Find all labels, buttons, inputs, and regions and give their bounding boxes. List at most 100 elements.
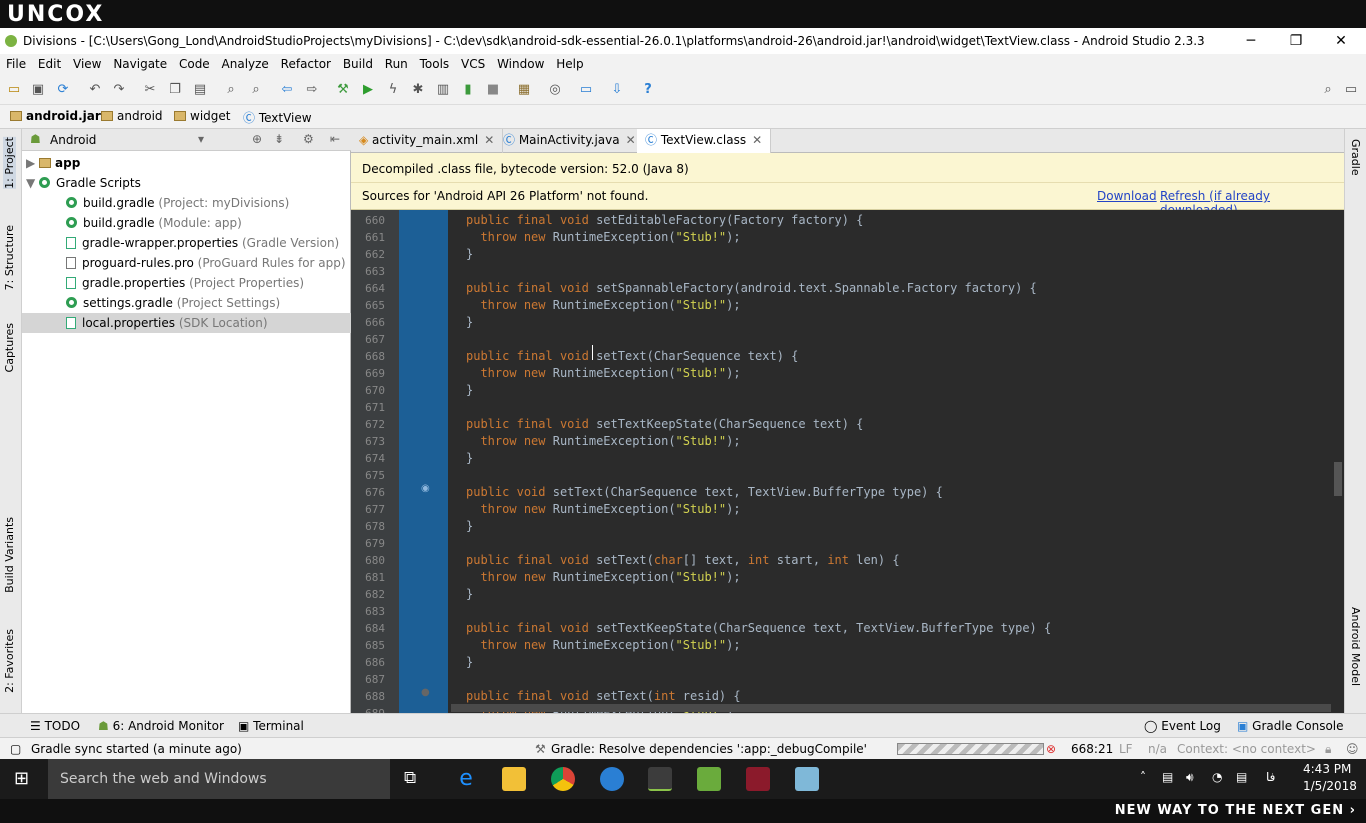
status-panel-toggle-icon[interactable]: ▢ xyxy=(10,742,21,756)
file-explorer-icon[interactable] xyxy=(502,767,526,791)
close-icon[interactable]: ✕ xyxy=(752,133,762,147)
menu-edit[interactable]: Edit xyxy=(34,54,65,74)
project-structure-icon[interactable]: ▭ xyxy=(578,82,594,98)
line-number[interactable]: 675 xyxy=(351,469,385,482)
hide-panel-icon[interactable]: ⇤ xyxy=(330,132,340,146)
tab-textview-class[interactable]: Ⓒ TextView.class ✕ xyxy=(637,129,772,153)
globe-app-icon[interactable] xyxy=(600,767,624,791)
sdk-download-icon[interactable]: ⇩ xyxy=(609,82,625,98)
line-number[interactable]: 663 xyxy=(351,265,385,278)
tree-item-settings-gradle[interactable]: settings.gradle (Project Settings) xyxy=(22,293,351,313)
status-sync-message[interactable]: Gradle sync started (a minute ago) xyxy=(31,742,242,756)
context-indicator[interactable]: Context: <no context> xyxy=(1177,742,1316,756)
line-number[interactable]: 679 xyxy=(351,537,385,550)
breadcrumb-package-widget[interactable]: widget xyxy=(174,109,230,123)
stop-icon[interactable]: ■ xyxy=(485,82,501,98)
chevron-down-icon[interactable]: ▼ xyxy=(26,176,39,190)
tab-event-log[interactable]: ◯ Event Log xyxy=(1144,719,1221,733)
run-icon[interactable]: ▶ xyxy=(360,82,376,98)
volume-icon[interactable]: 🔊︎ xyxy=(1186,770,1194,785)
chevron-right-icon[interactable]: ▶ xyxy=(26,156,39,170)
line-separator[interactable]: LF xyxy=(1119,742,1133,756)
open-folder-icon[interactable]: ▭ xyxy=(6,82,22,98)
line-number[interactable]: 665 xyxy=(351,299,385,312)
tree-item-local-properties[interactable]: local.properties (SDK Location) xyxy=(22,313,351,333)
scroll-from-source-icon[interactable]: ⊕ xyxy=(252,132,262,146)
breadcrumb-jar[interactable]: android.jar xyxy=(10,109,101,123)
line-number[interactable]: 669 xyxy=(351,367,385,380)
override-marker-icon[interactable]: ◉ xyxy=(421,483,430,494)
debug-icon[interactable]: ✱ xyxy=(410,82,426,98)
line-number[interactable]: 686 xyxy=(351,656,385,669)
tab-android-model[interactable]: Android Model xyxy=(1349,607,1362,686)
tab-terminal[interactable]: ▣ Terminal xyxy=(238,719,304,733)
line-number[interactable]: 662 xyxy=(351,248,385,261)
sync-icon[interactable]: ⟳ xyxy=(55,82,71,98)
close-icon[interactable]: ✕ xyxy=(626,133,636,147)
save-icon[interactable]: ▣ xyxy=(30,82,46,98)
tree-item-gradle-wrapper[interactable]: gradle-wrapper.properties (Gradle Versio… xyxy=(22,233,351,253)
copy-icon[interactable]: ❐ xyxy=(167,82,183,98)
horizontal-scrollbar[interactable] xyxy=(451,704,1331,712)
line-number[interactable]: 680 xyxy=(351,554,385,567)
cancel-task-icon[interactable]: ⊗ xyxy=(1046,742,1056,756)
menu-vcs[interactable]: VCS xyxy=(457,54,489,74)
tab-captures[interactable]: Captures xyxy=(3,323,16,372)
line-number[interactable]: 681 xyxy=(351,571,385,584)
tree-item-gradle-scripts[interactable]: ▼ Gradle Scripts xyxy=(22,173,351,193)
minimize-button[interactable]: ─ xyxy=(1228,31,1274,51)
menu-navigate[interactable]: Navigate xyxy=(109,54,171,74)
cut-icon[interactable]: ✂ xyxy=(142,82,158,98)
tab-structure[interactable]: 7: Structure xyxy=(3,225,16,290)
notification-icon[interactable]: ▤ xyxy=(1236,770,1247,784)
tree-item-gradle-properties[interactable]: gradle.properties (Project Properties) xyxy=(22,273,351,293)
breadcrumb-package-android[interactable]: android xyxy=(101,109,163,123)
line-number[interactable]: 676 xyxy=(351,486,385,499)
line-number[interactable]: 683 xyxy=(351,605,385,618)
language-indicator[interactable]: فا xyxy=(1266,770,1275,784)
line-number[interactable]: 688 xyxy=(351,690,385,703)
redo-icon[interactable]: ↷ xyxy=(111,82,127,98)
tab-todo[interactable]: ☰ TODO xyxy=(30,719,80,733)
tab-project[interactable]: 1: Project xyxy=(3,137,16,189)
apply-changes-icon[interactable]: ϟ xyxy=(385,82,401,98)
gear-icon[interactable]: ⚙ xyxy=(303,132,314,146)
tree-item-build-gradle-module[interactable]: build.gradle (Module: app) xyxy=(22,213,351,233)
tab-build-variants[interactable]: Build Variants xyxy=(3,517,16,593)
collapse-all-icon[interactable]: ⇟ xyxy=(274,132,284,146)
avd-manager-icon[interactable]: ▦ xyxy=(516,82,532,98)
menu-window[interactable]: Window xyxy=(493,54,548,74)
tab-favorites[interactable]: 2: Favorites xyxy=(3,629,16,693)
menu-refactor[interactable]: Refactor xyxy=(277,54,335,74)
sdk-manager-icon[interactable]: ◎ xyxy=(547,82,563,98)
line-number[interactable]: 677 xyxy=(351,503,385,516)
menu-file[interactable]: File xyxy=(2,54,30,74)
task-view-icon[interactable]: ⧉ xyxy=(404,768,416,788)
toolbar-options-icon[interactable]: ▭ xyxy=(1343,82,1359,98)
menu-analyze[interactable]: Analyze xyxy=(218,54,273,74)
tab-activity-main[interactable]: ◈ activity_main.xml ✕ xyxy=(351,129,504,153)
find-icon[interactable]: ⌕ xyxy=(223,82,239,98)
edge-icon[interactable]: e xyxy=(454,767,478,791)
tab-main-activity[interactable]: Ⓒ MainActivity.java ✕ xyxy=(495,129,645,153)
undo-icon[interactable]: ↶ xyxy=(87,82,103,98)
help-icon[interactable]: ? xyxy=(640,82,656,98)
network-icon[interactable]: ▤ xyxy=(1162,770,1173,784)
code-editor[interactable]: 660 public final void setEditableFactory(… xyxy=(351,210,1344,713)
menu-tools[interactable]: Tools xyxy=(416,54,454,74)
replace-icon[interactable]: ⌕ xyxy=(248,82,264,98)
android-studio-taskbar-icon[interactable] xyxy=(648,767,672,791)
tab-gradle-console[interactable]: ▣ Gradle Console xyxy=(1237,719,1344,733)
clock-date[interactable]: 1/5/2018 xyxy=(1303,779,1357,793)
line-number[interactable]: 685 xyxy=(351,639,385,652)
menu-build[interactable]: Build xyxy=(339,54,377,74)
line-number[interactable]: 671 xyxy=(351,401,385,414)
chevron-down-icon[interactable]: ▾ xyxy=(198,132,204,146)
wifi-icon[interactable]: ◔ xyxy=(1212,770,1222,784)
line-number[interactable]: 673 xyxy=(351,435,385,448)
breadcrumb-class[interactable]: Ⓒ TextView xyxy=(243,109,312,126)
line-number[interactable]: 661 xyxy=(351,231,385,244)
clock-time[interactable]: 4:43 PM xyxy=(1303,762,1351,776)
chrome-icon[interactable] xyxy=(551,767,575,791)
maximize-button[interactable]: ❐ xyxy=(1273,31,1319,51)
